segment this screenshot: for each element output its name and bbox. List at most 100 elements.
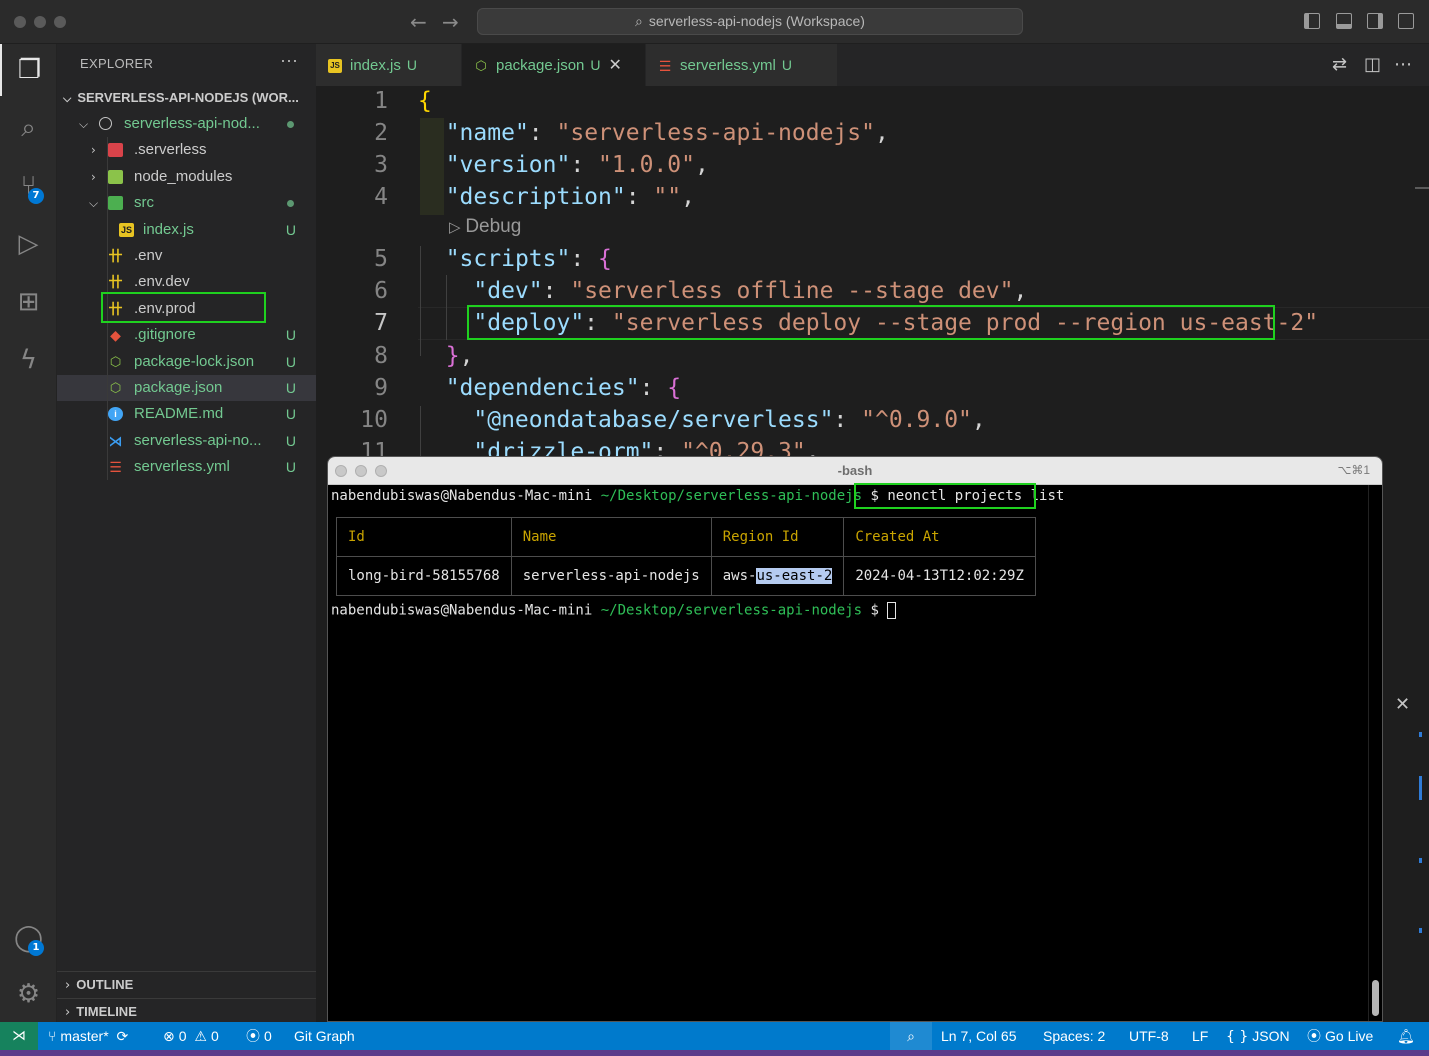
language-mode[interactable]: { } JSON bbox=[1226, 1022, 1290, 1051]
table-header: Name bbox=[510, 517, 712, 557]
end-of-line[interactable]: LF bbox=[1192, 1022, 1208, 1050]
scrollbar-marker bbox=[1419, 858, 1422, 863]
search-icon: ⌕ bbox=[635, 14, 643, 30]
tree-item-package-lock[interactable]: ⬡ package-lock.json U bbox=[57, 349, 316, 375]
tree-item-package-json[interactable]: ⬡ package.json U bbox=[57, 375, 316, 401]
tree-item-workspace-file[interactable]: ⋊ serverless-api-no... U bbox=[57, 428, 316, 454]
terminal-window[interactable]: -bash ⌥⌘1 nabendubiswas@Nabendus-Mac-min… bbox=[327, 456, 1383, 1022]
outline-section[interactable]: › OUTLINE bbox=[57, 971, 316, 997]
code-line: "version": "1.0.0", bbox=[445, 152, 709, 178]
remote-indicator-icon[interactable]: ⋊ bbox=[0, 1022, 38, 1050]
customize-layout-icon[interactable] bbox=[1398, 13, 1414, 29]
activity-bar: ❐ ⌕ ⑂ 7 ▷ ⊞ ϟ ◯ 1 ⚙ bbox=[0, 44, 57, 1022]
forward-arrow-icon[interactable]: → bbox=[442, 10, 459, 34]
tab-package-json[interactable]: ⬡ package.json U ✕ bbox=[462, 44, 646, 86]
git-graph-button[interactable]: Git Graph bbox=[294, 1022, 355, 1050]
line-number: 3 bbox=[374, 152, 388, 178]
tab-index-js[interactable]: JS index.js U bbox=[316, 44, 462, 86]
line-number: 5 bbox=[374, 246, 388, 272]
code-line: { bbox=[418, 88, 432, 114]
branch-indicator[interactable]: ⑂ master* ⟳ bbox=[48, 1022, 132, 1051]
toggle-sidebar-icon[interactable] bbox=[1304, 13, 1320, 29]
close-window-button[interactable] bbox=[14, 16, 26, 28]
tree-item-env[interactable]: 卄 .env bbox=[57, 243, 316, 269]
git-branch-icon: ⑂ bbox=[48, 1029, 57, 1045]
more-actions-icon[interactable]: ⋯ bbox=[1394, 54, 1412, 75]
cursor-position[interactable]: Ln 7, Col 65 bbox=[941, 1022, 1017, 1050]
search-icon[interactable]: ⌕ bbox=[0, 102, 57, 154]
toggle-secondary-sidebar-icon[interactable] bbox=[1367, 13, 1383, 29]
code-line: "@neondatabase/serverless": "^0.9.0", bbox=[473, 407, 986, 433]
node-folder-icon bbox=[108, 170, 123, 184]
tree-item-serverless-folder[interactable]: › .serverless bbox=[57, 137, 316, 163]
terminal-title: -bash bbox=[837, 463, 873, 478]
accounts-icon[interactable]: ◯ 1 bbox=[0, 912, 57, 964]
go-live-button[interactable]: ⦿ Go Live bbox=[1307, 1022, 1373, 1051]
tree-item-readme[interactable]: i README.md U bbox=[57, 401, 316, 427]
table-header: Created At bbox=[843, 517, 1036, 557]
indentation[interactable]: Spaces: 2 bbox=[1043, 1022, 1105, 1050]
compare-changes-icon[interactable]: ⇄ bbox=[1332, 54, 1347, 75]
code-line: "description": "", bbox=[445, 184, 695, 210]
folder-ring-icon bbox=[99, 117, 112, 130]
chevron-right-icon: › bbox=[91, 170, 96, 184]
deploy-script-highlight-box bbox=[467, 305, 1275, 340]
run-debug-icon[interactable]: ▷ bbox=[0, 218, 57, 270]
tab-serverless-yml[interactable]: ☰ serverless.yml U bbox=[646, 44, 838, 86]
timeline-section[interactable]: › TIMELINE bbox=[57, 998, 316, 1024]
chevron-right-icon: › bbox=[65, 1005, 71, 1020]
tree-item-serverless-yml[interactable]: ☰ serverless.yml U bbox=[57, 454, 316, 480]
src-folder-icon bbox=[108, 196, 123, 210]
modified-dot bbox=[287, 121, 294, 128]
broadcast-icon: ⦿ bbox=[1307, 1029, 1321, 1045]
back-arrow-icon[interactable]: ← bbox=[410, 10, 427, 34]
debug-codelens[interactable]: ▷ Debug bbox=[449, 216, 521, 238]
encoding[interactable]: UTF-8 bbox=[1129, 1022, 1169, 1050]
toggle-panel-icon[interactable] bbox=[1336, 13, 1352, 29]
code-line: "dev": "serverless offline --stage dev", bbox=[473, 278, 1028, 304]
zoom-window-button[interactable] bbox=[54, 16, 66, 28]
source-control-icon[interactable]: ⑂ 7 bbox=[0, 160, 57, 212]
extensions-icon[interactable]: ⊞ bbox=[0, 276, 57, 328]
explorer-icon[interactable]: ❐ bbox=[0, 44, 57, 96]
js-file-icon: JS bbox=[328, 59, 342, 74]
close-panel-icon[interactable]: ✕ bbox=[1395, 694, 1410, 715]
chevron-right-icon: › bbox=[65, 978, 71, 993]
close-tab-icon[interactable]: ✕ bbox=[609, 57, 622, 74]
minimize-window-button[interactable] bbox=[34, 16, 46, 28]
command-center-search[interactable]: ⌕ serverless-api-nodejs (Workspace) bbox=[477, 8, 1023, 35]
tree-item-src[interactable]: ⌵ src bbox=[57, 190, 316, 216]
projects-table: Id Name Region Id Created At long-bird-5… bbox=[336, 517, 1036, 596]
terminal-scrollbar-track bbox=[1368, 485, 1382, 1021]
minimap-marker bbox=[1415, 187, 1429, 189]
table-row: long-bird-58155768 serverless-api-nodejs… bbox=[336, 556, 1036, 596]
git-file-icon: ◆ bbox=[110, 327, 121, 343]
lightning-icon[interactable]: ϟ bbox=[0, 334, 57, 386]
line-number: 9 bbox=[374, 375, 388, 401]
ports-indicator[interactable]: ⦿ 0 bbox=[246, 1022, 272, 1051]
problems-indicator[interactable]: ⊗ 0 ⚠ 0 bbox=[163, 1022, 219, 1051]
notifications-bell-icon[interactable]: 🔔︎ bbox=[1397, 1022, 1419, 1051]
zoom-icon[interactable]: ⌕ bbox=[890, 1022, 932, 1050]
tree-item-node-modules[interactable]: › node_modules bbox=[57, 164, 316, 190]
editor-tab-bar: JS index.js U ⬡ package.json U ✕ ☰ serverless.… bbox=[316, 44, 1429, 86]
yml-file-icon: ☰ bbox=[658, 58, 672, 75]
terminal-output[interactable]: nabendubiswas@Nabendus-Mac-mini ~/Deskto… bbox=[328, 485, 1382, 1021]
node-file-icon: ⬡ bbox=[109, 354, 122, 369]
tree-item-gitignore[interactable]: ◆ .gitignore U bbox=[57, 322, 316, 348]
vscode-file-icon: ⋊ bbox=[108, 433, 123, 449]
split-editor-icon[interactable]: ◫ bbox=[1364, 54, 1381, 75]
tree-item-index-js[interactable]: JS index.js U bbox=[57, 217, 316, 243]
desktop-strip bbox=[0, 1050, 1429, 1056]
table-cell: serverless-api-nodejs bbox=[510, 556, 712, 596]
more-actions-icon[interactable]: ··· bbox=[280, 50, 298, 71]
table-header: Region Id bbox=[710, 517, 845, 557]
line-number: 8 bbox=[374, 343, 388, 369]
accounts-badge: 1 bbox=[28, 940, 44, 956]
terminal-scrollbar-thumb[interactable] bbox=[1372, 980, 1379, 1016]
workspace-root[interactable]: ⌵ SERVERLESS-API-NODEJS (WOR... bbox=[63, 88, 299, 109]
settings-gear-icon[interactable]: ⚙ bbox=[0, 968, 57, 1020]
tree-item-project-folder[interactable]: ⌵ serverless-api-nod... bbox=[57, 111, 316, 137]
terminal-shortcut: ⌥⌘1 bbox=[1337, 463, 1370, 477]
js-file-icon: JS bbox=[119, 223, 134, 237]
